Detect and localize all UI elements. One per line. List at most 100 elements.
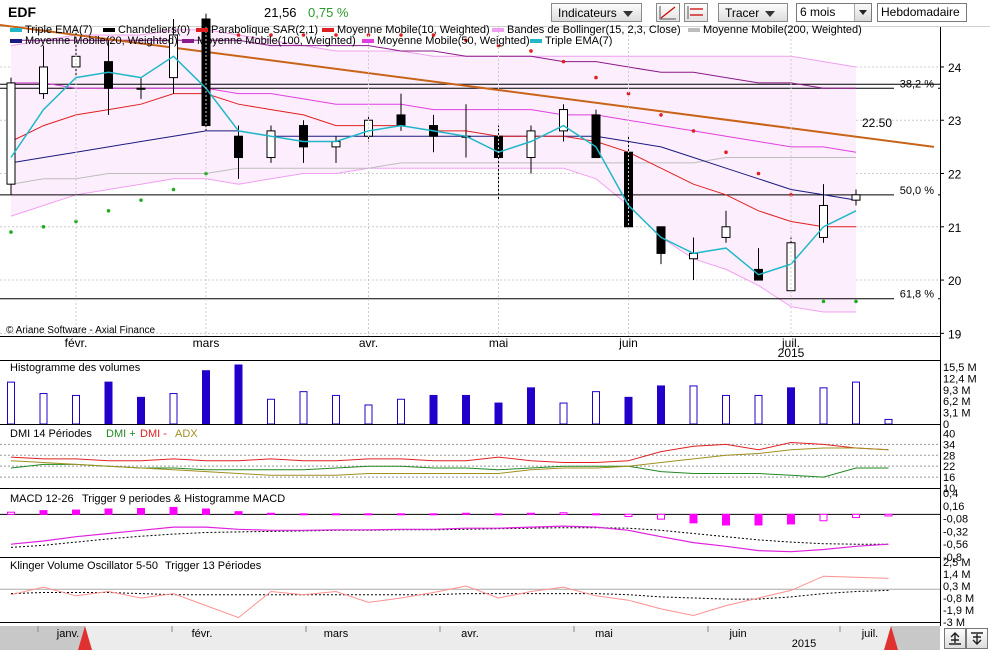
macd-histogram-bar	[527, 512, 535, 515]
macd-histogram-bar	[169, 506, 178, 515]
sar-dot	[139, 198, 143, 202]
macd-histogram-bar	[689, 513, 698, 524]
volume-bar	[527, 387, 535, 425]
bollinger-band-fill	[11, 29, 856, 312]
macd-histogram-bar	[39, 510, 48, 515]
sar-dot	[529, 49, 533, 53]
macd-tick-label: 0,4	[943, 488, 958, 500]
legend-swatch	[492, 28, 504, 32]
macd-histogram-bar	[202, 508, 210, 515]
timeline-month-label: mai	[595, 628, 613, 640]
legend-swatch	[530, 39, 542, 43]
volume-bar	[462, 394, 470, 425]
macd-histogram-bar	[787, 513, 795, 525]
macd-histogram-bar	[494, 513, 503, 516]
timeline-month-label: juil.	[861, 628, 879, 640]
sar-dot	[9, 230, 13, 234]
macd-trigger-title: Trigger 9 periodes & Histogramme MACD	[82, 493, 285, 505]
volume-bar	[169, 393, 178, 425]
price-x-tick-label: avr.	[359, 336, 378, 350]
candle-body	[721, 226, 731, 238]
volume-bar	[364, 404, 373, 425]
sar-dot	[691, 129, 696, 133]
macd-histogram-bar	[559, 512, 568, 515]
klinger-tick-label: 1,4 M	[943, 569, 971, 581]
volume-bar	[852, 381, 860, 425]
sar-dot	[724, 150, 728, 154]
sar-dot	[594, 75, 598, 80]
volume-tick-label: 3,1 M	[943, 408, 971, 420]
candle-body	[851, 194, 861, 201]
timeline-year-label: 2015	[792, 638, 816, 650]
volume-bar	[592, 391, 600, 425]
macd-histogram-bar	[7, 511, 15, 515]
macd-histogram-bar	[722, 513, 730, 526]
stock-chart[interactable]: 38,2 % 50,0 % 61,8 % 22.50 24 23 22 21 20 19 Tripl…	[0, 0, 990, 650]
legend-swatch	[182, 39, 194, 43]
candle-body	[234, 135, 243, 159]
volume-bar	[234, 364, 243, 425]
volume-bar	[202, 370, 210, 425]
volume-bar	[39, 393, 48, 425]
price-tick-label: 19	[948, 327, 962, 341]
volume-bar	[494, 402, 503, 425]
timeline-month-label: avr.	[461, 628, 479, 640]
candle-body	[819, 204, 828, 238]
dmi-title: DMI 14 Périodes	[10, 428, 92, 440]
price-panel	[0, 13, 940, 334]
legend-swatch	[10, 39, 22, 43]
volume-bar	[299, 391, 308, 425]
volume-bar	[72, 394, 80, 425]
macd-histogram-bar	[72, 509, 80, 515]
volume-bar	[787, 387, 795, 425]
macd-histogram-bar	[657, 513, 665, 520]
price-tick-label: 22	[948, 168, 962, 182]
candle-body	[266, 130, 276, 159]
sar-dot	[41, 224, 46, 229]
volume-tick-label: 9,3 M	[943, 385, 971, 397]
price-x-tick-label: juin	[618, 336, 638, 350]
timeline-month-label: juin	[728, 628, 746, 640]
dmi-minus-label: DMI -	[140, 428, 167, 440]
timeline-month-label: mars	[324, 628, 349, 640]
candle-body	[526, 130, 536, 159]
volume-bar	[754, 394, 763, 425]
candle-body	[39, 66, 48, 95]
legend-label: Moyenne Mobile(50, Weighted)	[377, 35, 530, 47]
candle-body	[396, 114, 406, 127]
macd-histogram-bar	[624, 513, 633, 517]
candle-body	[136, 87, 146, 90]
legend-swatch	[362, 39, 374, 43]
price-x-tick-label: févr.	[65, 336, 88, 350]
dmi-plus-label: DMI +	[106, 428, 136, 440]
volume-bar	[884, 418, 893, 425]
legend-swatch	[322, 28, 334, 32]
volume-bar	[104, 381, 113, 425]
sar-dot	[821, 299, 826, 304]
dmi-minus-line	[10, 441, 889, 463]
price-annotation: 22.50	[862, 116, 892, 130]
fibonacci-level-label: 61,8 %	[900, 289, 934, 301]
candle-body	[689, 252, 698, 260]
sar-dot	[171, 187, 176, 192]
macd-histogram-bar	[592, 513, 600, 516]
klinger-tick-label: 0,3 M	[943, 581, 971, 593]
nav-right-button[interactable]	[966, 628, 988, 649]
price-x-tick-label: mai	[489, 336, 508, 350]
volume-tick-label: 15,5 M	[943, 362, 977, 374]
copyright-text: © Ariane Software - Axial Finance	[6, 325, 156, 336]
nav-left-button[interactable]	[944, 628, 966, 649]
price-tick-label: 20	[948, 274, 962, 288]
scroll-right-icon	[971, 632, 983, 645]
price-tick-label: 21	[948, 221, 962, 235]
volume-bar	[559, 402, 568, 425]
volume-bar	[722, 394, 730, 425]
sar-dot	[659, 113, 663, 117]
macd-histogram-bar	[884, 513, 893, 517]
macd-histogram-bar	[852, 513, 860, 519]
macd-histogram-bar	[267, 512, 275, 515]
scroll-left-icon	[949, 632, 961, 645]
volume-title: Histogramme des volumes	[10, 362, 141, 374]
macd-histogram-bar	[397, 513, 405, 516]
price-year-label: 2015	[778, 346, 805, 360]
